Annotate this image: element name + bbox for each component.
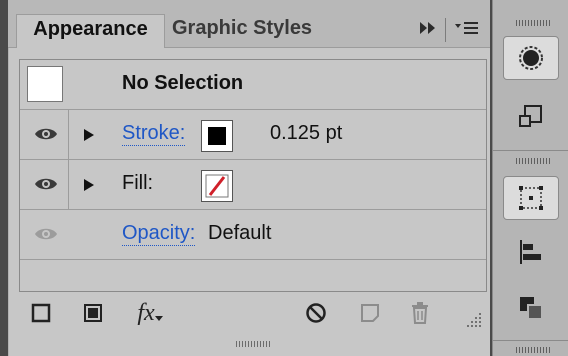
- fill-swatch[interactable]: [201, 170, 233, 202]
- appearance-icon[interactable]: [503, 36, 559, 80]
- selection-thumbnail: [27, 66, 63, 102]
- dock-divider: [493, 340, 568, 341]
- stroke-row[interactable]: Stroke: 0.125 pt: [20, 110, 486, 160]
- expand-triangle-icon[interactable]: [84, 129, 94, 141]
- eye-icon[interactable]: [34, 226, 58, 242]
- double-chevron-right-icon[interactable]: [419, 21, 437, 40]
- eye-icon[interactable]: [34, 126, 58, 142]
- opacity-row[interactable]: Opacity: Default: [20, 210, 486, 260]
- stroke-swatch[interactable]: [201, 120, 233, 152]
- clear-appearance-icon[interactable]: [305, 302, 327, 324]
- add-stroke-icon[interactable]: [30, 302, 52, 324]
- side-dock: [492, 0, 568, 356]
- panel-menu-icon[interactable]: [454, 21, 480, 40]
- appearance-list: No Selection Stroke: 0.125 pt Fill: Opac…: [19, 59, 487, 292]
- eye-icon[interactable]: [34, 176, 58, 192]
- tab-graphic-styles[interactable]: Graphic Styles: [170, 14, 340, 48]
- fill-row[interactable]: Fill:: [20, 160, 486, 210]
- resize-grip-icon[interactable]: [464, 310, 482, 333]
- dock-grip[interactable]: [516, 20, 550, 26]
- fill-label: Fill:: [122, 172, 154, 194]
- trash-icon[interactable]: [409, 302, 431, 324]
- bottom-toolbar: fx: [8, 292, 490, 338]
- duplicate-item-icon[interactable]: [359, 302, 381, 324]
- add-fill-icon[interactable]: [82, 302, 104, 324]
- graphic-styles-icon[interactable]: [503, 96, 559, 140]
- opacity-link[interactable]: Opacity:: [122, 222, 196, 246]
- dock-grip[interactable]: [516, 158, 550, 164]
- header-divider: [445, 18, 446, 42]
- expand-triangle-icon[interactable]: [84, 179, 94, 191]
- pathfinder-icon[interactable]: [503, 286, 559, 330]
- tab-bar: Appearance Graphic Styles: [8, 0, 490, 48]
- dock-divider: [493, 150, 568, 151]
- fx-icon[interactable]: fx: [132, 299, 168, 326]
- none-color-icon: [205, 174, 229, 198]
- stroke-weight[interactable]: 0.125 pt: [270, 122, 342, 145]
- dock-grip[interactable]: [516, 347, 550, 353]
- appearance-panel: Appearance Graphic Styles No Selection S…: [8, 0, 490, 356]
- fx-label: fx: [137, 299, 155, 326]
- tab-appearance[interactable]: Appearance: [16, 14, 165, 48]
- stroke-color-chip: [206, 125, 228, 147]
- panel-header-controls: [419, 18, 480, 42]
- stroke-link[interactable]: Stroke:: [122, 122, 186, 146]
- align-icon[interactable]: [503, 230, 559, 274]
- panel-bottom-grip[interactable]: [236, 341, 272, 347]
- selection-label: No Selection: [122, 72, 244, 94]
- transform-icon[interactable]: [503, 176, 559, 220]
- opacity-value: Default: [208, 222, 272, 244]
- selection-header-row: No Selection: [20, 60, 486, 110]
